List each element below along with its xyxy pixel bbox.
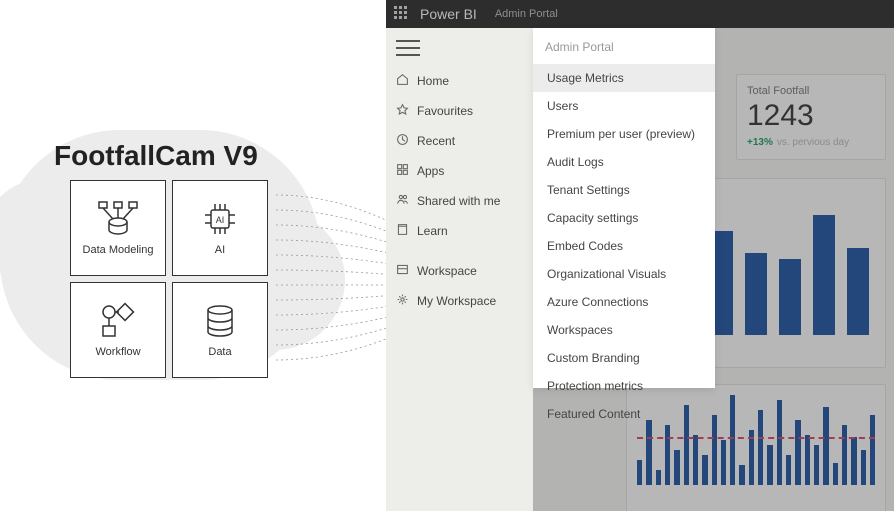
bar — [702, 455, 707, 485]
bar — [786, 455, 791, 485]
submenu-item[interactable]: Protection metrics — [533, 372, 715, 400]
bar — [767, 445, 772, 485]
bar — [739, 465, 744, 485]
bar — [842, 425, 847, 485]
nav-label: Shared with me — [417, 194, 500, 208]
kpi-card-total-footfall[interactable]: Total Footfall 1243 +13% vs. pervious day — [736, 74, 886, 160]
nav-label: Learn — [417, 224, 448, 238]
submenu-item[interactable]: Azure Connections — [533, 288, 715, 316]
submenu-item[interactable]: Capacity settings — [533, 204, 715, 232]
home-icon — [396, 73, 409, 89]
data-modeling-icon — [95, 200, 141, 238]
data-stream-lines — [276, 185, 396, 375]
kpi-delta: +13% vs. pervious day — [747, 137, 875, 148]
card-label: AI — [215, 244, 225, 256]
nav-shared[interactable]: Shared with me — [386, 186, 533, 216]
ai-icon: AI — [197, 200, 243, 238]
bar — [758, 410, 763, 485]
submenu-item[interactable]: Tenant Settings — [533, 176, 715, 204]
app-launcher-icon[interactable] — [394, 6, 410, 22]
submenu-item[interactable]: Workspaces — [533, 316, 715, 344]
footfallcam-title: FootfallCam V9 — [54, 140, 258, 172]
submenu-item[interactable]: Premium per user (preview) — [533, 120, 715, 148]
shared-icon — [396, 193, 409, 209]
top-bar: Power BI Admin Portal — [386, 0, 894, 28]
bar — [665, 425, 670, 485]
workflow-icon — [95, 302, 141, 340]
submenu-item[interactable]: Users — [533, 92, 715, 120]
nav-apps[interactable]: Apps — [386, 156, 533, 186]
card-data-modeling[interactable]: Data Modeling — [70, 180, 166, 276]
kpi-value: 1243 — [747, 99, 875, 133]
bar — [693, 435, 698, 485]
nav-label: Home — [417, 74, 449, 88]
submenu-item[interactable]: Organizational Visuals — [533, 260, 715, 288]
favourites-icon — [396, 103, 409, 119]
apps-icon — [396, 163, 409, 179]
my-workspace-icon — [396, 293, 409, 309]
bar — [674, 450, 679, 485]
bar — [721, 440, 726, 485]
bar — [637, 460, 642, 485]
bar — [833, 463, 838, 485]
svg-text:AI: AI — [216, 215, 225, 225]
bar — [861, 450, 866, 485]
nav-learn[interactable]: Learn — [386, 216, 533, 246]
bar — [847, 248, 869, 335]
bar — [823, 407, 828, 485]
powerbi-window: Power BI Admin Portal Total Footfall 124… — [386, 0, 894, 511]
feature-cards: Data Modeling AI AI Workflow Data — [70, 180, 268, 378]
app-name: Power BI — [420, 6, 477, 22]
bar — [795, 420, 800, 485]
bar — [779, 259, 801, 335]
nav-favourites[interactable]: Favourites — [386, 96, 533, 126]
nav-label: Workspace — [417, 264, 477, 278]
bar — [870, 415, 875, 485]
card-workflow[interactable]: Workflow — [70, 282, 166, 378]
nav-workspace[interactable]: Workspace — [386, 256, 533, 286]
submenu-item[interactable]: Usage Metrics — [533, 64, 715, 92]
bar — [730, 395, 735, 485]
nav-my-workspace[interactable]: My Workspace — [386, 286, 533, 316]
nav-label: My Workspace — [417, 294, 496, 308]
nav-label: Favourites — [417, 104, 473, 118]
workspace-icon — [396, 263, 409, 279]
threshold-line — [637, 437, 875, 439]
card-label: Data — [208, 346, 231, 358]
bar — [805, 435, 810, 485]
nav-label: Recent — [417, 134, 455, 148]
recent-icon — [396, 133, 409, 149]
left-sidebar: Home Favourites Recent Apps Shared with me Le… — [386, 28, 533, 511]
card-label: Data Modeling — [83, 244, 154, 256]
admin-portal-submenu: Admin Portal Usage MetricsUsersPremium p… — [533, 28, 715, 388]
nav-recent[interactable]: Recent — [386, 126, 533, 156]
submenu-item[interactable]: Embed Codes — [533, 232, 715, 260]
database-icon — [197, 302, 243, 340]
card-data[interactable]: Data — [172, 282, 268, 378]
bar — [814, 445, 819, 485]
bar — [813, 215, 835, 335]
submenu-item[interactable]: Audit Logs — [533, 148, 715, 176]
nav-label: Apps — [417, 164, 444, 178]
submenu-item[interactable]: Custom Branding — [533, 344, 715, 372]
card-ai[interactable]: AI AI — [172, 180, 268, 276]
bar — [851, 437, 856, 485]
kpi-title: Total Footfall — [747, 85, 875, 97]
bar — [745, 253, 767, 335]
kpi-delta-sub: vs. pervious day — [777, 137, 849, 148]
footfallcam-panel: FootfallCam V9 Data Modeling AI AI Workf… — [0, 0, 386, 511]
submenu-item[interactable]: Featured Content — [533, 400, 715, 428]
breadcrumb: Admin Portal — [495, 8, 558, 20]
submenu-header: Admin Portal — [533, 28, 715, 64]
menu-toggle-icon[interactable] — [396, 40, 420, 56]
learn-icon — [396, 223, 409, 239]
card-label: Workflow — [95, 346, 140, 358]
bar — [777, 400, 782, 485]
nav-home[interactable]: Home — [386, 66, 533, 96]
bar — [646, 420, 651, 485]
bar — [656, 470, 661, 485]
kpi-delta-pct: +13% — [747, 137, 773, 148]
